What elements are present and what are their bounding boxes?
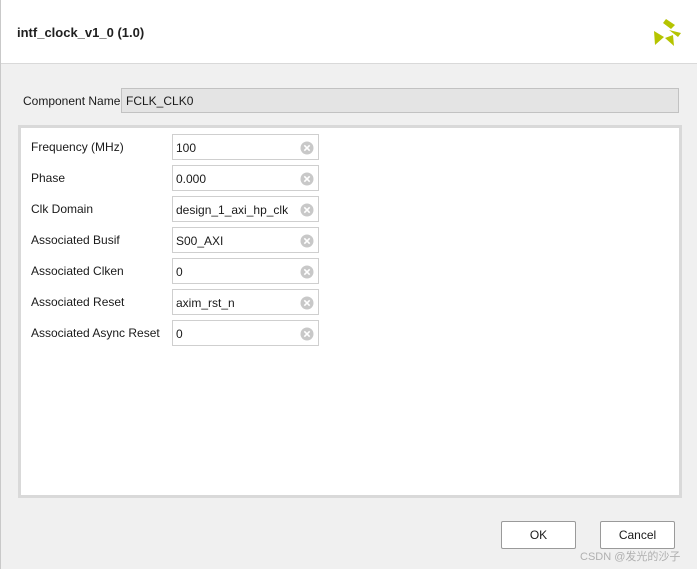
associated-reset-field[interactable]: axim_rst_n [172, 289, 319, 315]
associated-async-reset-value: 0 [176, 327, 183, 341]
clear-icon[interactable] [300, 141, 314, 155]
associated-async-reset-label: Associated Async Reset [31, 326, 160, 340]
frequency-field[interactable]: 100 [172, 134, 319, 160]
clear-icon[interactable] [300, 327, 314, 341]
clear-icon[interactable] [300, 172, 314, 186]
associated-clken-value: 0 [176, 265, 183, 279]
param-row-associated-clken: Associated Clken 0 [31, 258, 331, 284]
param-row-frequency: Frequency (MHz) 100 [31, 134, 331, 160]
xilinx-logo-icon [654, 19, 681, 46]
clear-icon[interactable] [300, 203, 314, 217]
component-name-label: Component Name [23, 94, 121, 108]
phase-label: Phase [31, 171, 66, 185]
associated-busif-value: S00_AXI [176, 234, 224, 248]
ok-button[interactable]: OK [501, 521, 576, 549]
clk-domain-value: design_1_axi_hp_clk [176, 203, 289, 217]
phase-value: 0.000 [176, 172, 207, 186]
param-row-associated-async-reset: Associated Async Reset 0 [31, 320, 331, 346]
watermark-text: CSDN @发光的沙子 [580, 551, 681, 563]
dialog-title: intf_clock_v1_0 (1.0) [17, 25, 145, 40]
associated-reset-label: Associated Reset [31, 295, 125, 309]
clear-icon[interactable] [300, 296, 314, 310]
associated-busif-field[interactable]: S00_AXI [172, 227, 319, 253]
component-name-field[interactable]: FCLK_CLK0 [121, 88, 679, 113]
phase-field[interactable]: 0.000 [172, 165, 319, 191]
associated-clken-label: Associated Clken [31, 264, 124, 278]
param-row-phase: Phase 0.000 [31, 165, 331, 191]
clk-domain-field[interactable]: design_1_axi_hp_clk [172, 196, 319, 222]
component-name-row: Component Name FCLK_CLK0 [23, 88, 679, 114]
associated-busif-label: Associated Busif [31, 233, 120, 247]
associated-reset-value: axim_rst_n [176, 296, 235, 310]
clk-domain-label: Clk Domain [31, 202, 94, 216]
frequency-value: 100 [176, 141, 197, 155]
associated-clken-field[interactable]: 0 [172, 258, 319, 284]
frequency-label: Frequency (MHz) [31, 140, 124, 154]
parameters-panel: Frequency (MHz) 100 Phase 0.000 Clk Doma… [18, 125, 682, 498]
param-row-associated-busif: Associated Busif S00_AXI [31, 227, 331, 253]
clear-icon[interactable] [300, 265, 314, 279]
associated-async-reset-field[interactable]: 0 [172, 320, 319, 346]
param-row-associated-reset: Associated Reset axim_rst_n [31, 289, 331, 315]
customize-ip-dialog: intf_clock_v1_0 (1.0) Component Name FCL… [0, 0, 697, 569]
cancel-button[interactable]: Cancel [600, 521, 675, 549]
clear-icon[interactable] [300, 234, 314, 248]
dialog-header: intf_clock_v1_0 (1.0) [1, 0, 697, 64]
param-row-clk-domain: Clk Domain design_1_axi_hp_clk [31, 196, 331, 222]
